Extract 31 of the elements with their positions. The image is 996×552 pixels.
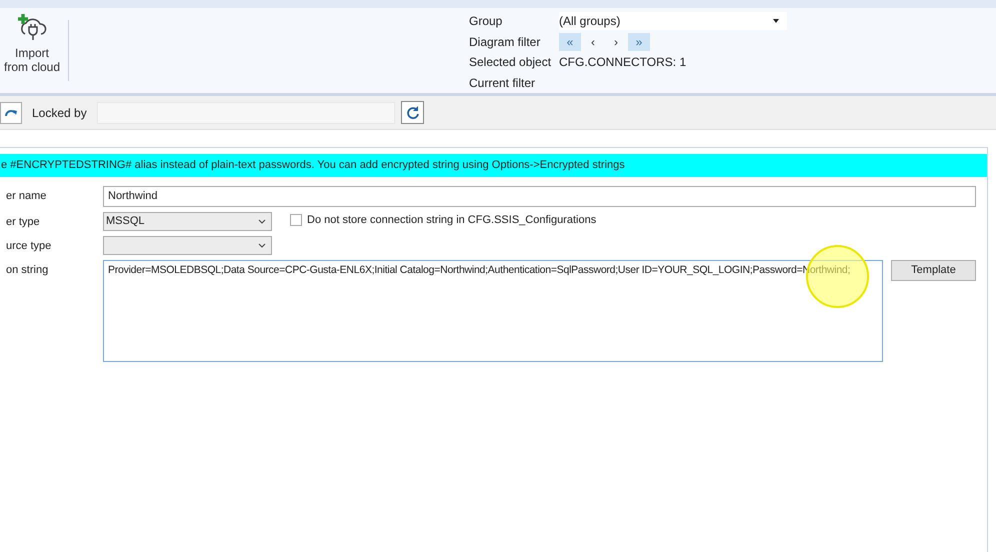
name-field[interactable]: Northwind — [103, 186, 976, 207]
locked-by-label: Locked by — [32, 104, 88, 122]
chevron-down-icon — [258, 219, 266, 224]
type-dropdown[interactable] — [103, 236, 272, 255]
cloud-plug-icon — [17, 12, 47, 42]
form-label: urce type — [5, 239, 52, 254]
form-label: on string — [5, 263, 50, 278]
dropdown-arrow-icon — [773, 19, 779, 24]
redo-button[interactable] — [0, 102, 22, 124]
filter-label: Group — [469, 13, 504, 30]
checkbox[interactable] — [290, 214, 302, 226]
chevron-down-icon — [258, 243, 266, 248]
group-dropdown[interactable]: (All groups) — [559, 12, 787, 30]
filter-label: Current filter — [469, 74, 536, 92]
refresh-button[interactable] — [401, 101, 424, 124]
nav-button[interactable]: » — [628, 32, 650, 51]
import-from-cloud-button[interactable]: Import from cloud — [0, 8, 64, 93]
form-label: er name — [5, 189, 48, 204]
redo-arrow-icon — [5, 108, 17, 116]
refresh-icon — [406, 106, 420, 120]
type-dropdown[interactable]: MSSQL — [103, 212, 272, 231]
selected-object-value: CFG.CONNECTORS: 1 — [559, 54, 686, 72]
nav-button[interactable]: › — [605, 32, 627, 51]
nav-button[interactable]: « — [559, 32, 581, 51]
info-banner: e #ENCRYPTEDSTRING# alias instead of plain-text passwords. You can add encrypted string using Options->Encrypted strings — [0, 154, 987, 177]
template-button[interactable]: Template — [891, 260, 976, 281]
checkbox-label: Do not store connection string in CFG.SSIS_Configurations — [307, 213, 596, 228]
form-label: er type — [5, 215, 41, 230]
filter-label: Selected object — [469, 54, 552, 72]
filter-label: Diagram filter — [469, 34, 542, 51]
nav-button[interactable]: ‹ — [582, 32, 604, 51]
